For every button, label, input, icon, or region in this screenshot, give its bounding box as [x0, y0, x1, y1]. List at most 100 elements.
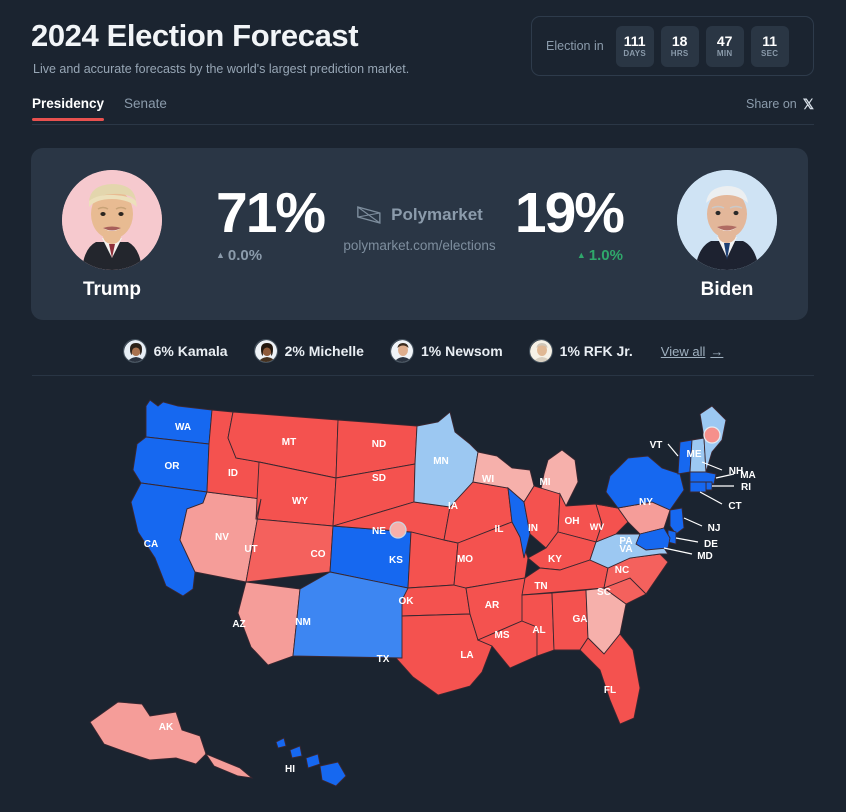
state-label-TN: TN	[534, 581, 547, 592]
state-HI-a[interactable]	[275, 737, 287, 749]
state-label-WY: WY	[292, 496, 308, 507]
other-candidate-rfk[interactable]: 1% RFK Jr.	[528, 339, 633, 363]
other-candidate-newsom-label: 1% Newsom	[420, 343, 503, 359]
state-label-CA: CA	[144, 539, 158, 550]
share-label: Share on	[745, 97, 797, 111]
other-candidate-newsom[interactable]: 1% Newsom	[389, 339, 503, 363]
state-label-KS: KS	[389, 555, 403, 566]
state-RI[interactable]	[705, 481, 713, 491]
state-AK[interactable]	[89, 701, 207, 765]
brand-row: Polymarket	[343, 204, 495, 226]
state-label-NJ: NJ	[708, 523, 721, 534]
view-all-label: View all	[660, 343, 706, 359]
state-NM[interactable]	[292, 571, 409, 659]
state-label-OK: OK	[399, 596, 415, 607]
countdown-seconds-unit: SEC	[761, 49, 779, 59]
state-label-IL: IL	[495, 524, 504, 535]
leader-line-md	[663, 547, 693, 555]
countdown-seconds-value: 11	[762, 32, 778, 49]
state-AZ[interactable]	[237, 581, 301, 666]
other-candidate-michelle[interactable]: 2% Michelle	[253, 339, 364, 363]
state-FL[interactable]	[579, 633, 641, 725]
tab-divider	[32, 124, 814, 125]
state-label-MO: MO	[457, 554, 473, 565]
candidate-left-delta: ▲ 0.0%	[216, 247, 262, 264]
state-label-ND: ND	[372, 439, 386, 450]
state-label-OR: OR	[165, 461, 181, 472]
state-label-AL: AL	[532, 625, 545, 636]
state-label-TX: TX	[377, 654, 390, 665]
state-label-MD: MD	[697, 551, 713, 562]
state-AK-tail[interactable]	[204, 753, 254, 779]
state-label-IN: IN	[528, 523, 538, 534]
candidate-left[interactable]: Trump	[62, 170, 162, 301]
split-marker-NE[interactable]	[389, 521, 407, 539]
candidate-right[interactable]: Biden	[677, 170, 777, 301]
countdown-minutes-value: 47	[716, 32, 733, 49]
state-CT[interactable]	[689, 481, 707, 493]
candidate-left-name: Trump	[82, 279, 142, 300]
countdown-days-unit: DAYS	[623, 49, 647, 59]
avatar-biden	[677, 170, 777, 270]
leader-line-nj	[683, 517, 703, 527]
tab-list: Presidency Senate	[32, 96, 167, 121]
forecast-card: Trump 71% ▲ 0.0% Polymarket polymarket.c…	[31, 148, 808, 320]
state-label-MA: MA	[740, 470, 756, 481]
state-label-MT: MT	[282, 437, 296, 448]
state-label-MN: MN	[433, 456, 449, 467]
election-countdown: Election in 111 DAYS 18 HRS 47 MIN 11 SE…	[531, 16, 814, 76]
brand-url: polymarket.com/elections	[343, 238, 496, 253]
state-label-WA: WA	[175, 422, 191, 433]
tab-bar: Presidency Senate Share on 𝕏	[0, 96, 846, 132]
state-NJ[interactable]	[669, 507, 685, 535]
state-HI-c[interactable]	[305, 753, 321, 769]
countdown-days: 111 DAYS	[615, 25, 654, 67]
biden-portrait-icon	[677, 170, 777, 270]
state-label-RI: RI	[741, 482, 751, 493]
state-label-FL: FL	[604, 685, 616, 696]
state-HI-b[interactable]	[289, 745, 303, 759]
electoral-map: WA OR CA NV ID MT WY UT AZ CO NM ND SD N…	[0, 382, 846, 812]
state-label-SD: SD	[372, 473, 386, 484]
state-label-ME: ME	[687, 449, 702, 460]
newsom-portrait-icon	[390, 340, 413, 362]
avatar-trump	[62, 170, 162, 270]
state-label-SC: SC	[597, 587, 611, 598]
polymarket-bowtie-icon	[357, 206, 381, 224]
candidate-right-stats: 19% ▲ 1.0%	[514, 181, 625, 264]
state-label-ID: ID	[228, 468, 238, 479]
state-label-DE: DE	[704, 539, 718, 550]
tab-presidency[interactable]: Presidency	[32, 96, 105, 121]
state-label-AR: AR	[485, 600, 500, 611]
us-map-svg: WA OR CA NV ID MT WY UT AZ CO NM ND SD N…	[89, 399, 756, 787]
page-header: 2024 Election Forecast Live and accurate…	[0, 0, 846, 95]
caret-up-icon: ▲	[576, 250, 586, 261]
state-label-NC: NC	[615, 565, 629, 576]
state-label-NM: NM	[295, 617, 311, 628]
state-label-MI: MI	[539, 477, 550, 488]
countdown-minutes: 47 MIN	[705, 25, 744, 67]
state-label-WI: WI	[482, 474, 494, 485]
other-candidate-kamala[interactable]: 6% Kamala	[122, 339, 228, 363]
view-all-link[interactable]: View all →	[661, 344, 724, 359]
candidate-right-delta: ▲ 1.0%	[577, 247, 623, 264]
candidate-right-percent: 19%	[514, 181, 625, 245]
state-HI-d[interactable]	[319, 761, 347, 787]
state-label-AK: AK	[159, 722, 174, 733]
state-label-CT: CT	[728, 501, 741, 512]
state-label-CO: CO	[311, 549, 326, 560]
state-label-IA: IA	[448, 501, 458, 512]
state-label-NY: NY	[639, 497, 653, 508]
countdown-hours-value: 18	[671, 32, 688, 49]
state-label-NE: NE	[372, 526, 386, 537]
tab-senate[interactable]: Senate	[124, 96, 167, 121]
caret-up-icon: ▲	[216, 250, 225, 261]
avatar-rfk	[528, 339, 553, 363]
state-label-OH: OH	[565, 516, 580, 527]
state-label-VT: VT	[650, 440, 663, 451]
share-button[interactable]: Share on 𝕏	[746, 97, 814, 111]
avatar-kamala	[122, 339, 147, 363]
leader-line-de	[675, 537, 699, 543]
arrow-right-icon: →	[710, 343, 724, 359]
split-marker-ME[interactable]	[703, 426, 721, 444]
